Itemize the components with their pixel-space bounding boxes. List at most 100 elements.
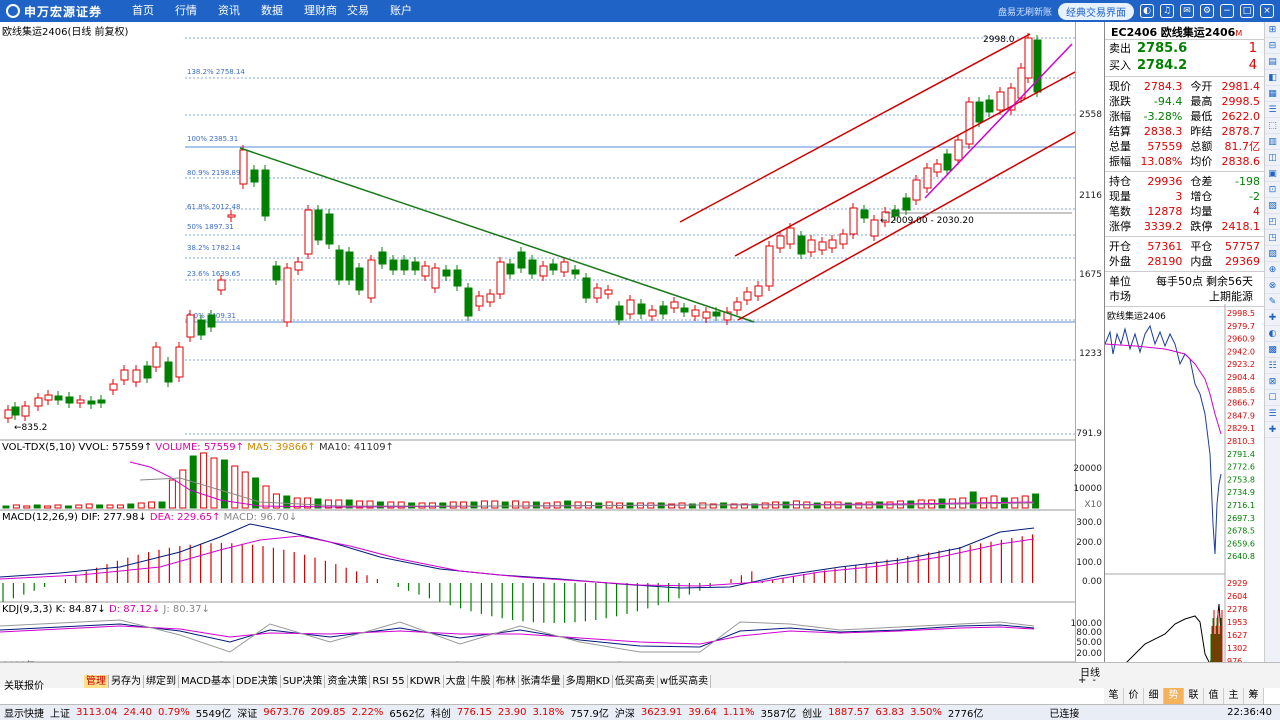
- toolbar-icon[interactable]: ◧: [1265, 70, 1280, 86]
- indicator-tab[interactable]: 管理: [84, 675, 109, 688]
- toolbar-icon[interactable]: ✚: [1265, 310, 1280, 326]
- index-name[interactable]: 上证: [50, 705, 70, 720]
- indicator-tab[interactable]: MACD基本: [179, 675, 234, 688]
- candle: [325, 213, 334, 245]
- volume-bar: [241, 471, 249, 509]
- toolbar-icon[interactable]: ✚: [1265, 422, 1280, 438]
- quote-tab[interactable]: 价: [1124, 688, 1144, 704]
- candle: [776, 235, 785, 249]
- candle: [923, 167, 932, 189]
- toolbar-icon[interactable]: ⊕: [1265, 262, 1280, 278]
- mail-icon[interactable]: ✉: [1180, 4, 1194, 18]
- toolbar-icon[interactable]: ◫: [1265, 150, 1280, 166]
- menu-item[interactable]: 账户: [390, 0, 433, 22]
- indicator-tab[interactable]: 大盘: [444, 675, 469, 688]
- index-name[interactable]: 沪深: [615, 705, 635, 720]
- quote-link-button[interactable]: 关联报价: [4, 677, 44, 692]
- candle: [11, 406, 20, 416]
- toolbar-icon[interactable]: ☐: [1265, 390, 1280, 406]
- toolbar-icon[interactable]: ☷: [1265, 358, 1280, 374]
- quote-tab[interactable]: 值: [1204, 688, 1224, 704]
- quote-tab[interactable]: 势: [1164, 688, 1184, 704]
- toolbar-icon[interactable]: ▦: [1265, 86, 1280, 102]
- menu-item[interactable]: 首页: [132, 0, 175, 22]
- candle: [367, 259, 376, 299]
- mini-tick: 2866.7: [1227, 399, 1255, 408]
- close-icon[interactable]: ×: [1260, 4, 1274, 18]
- ytick: 1675: [1079, 270, 1102, 280]
- menu-item[interactable]: 数据: [261, 0, 304, 22]
- toolbar-icon[interactable]: ▤: [1265, 54, 1280, 70]
- maximize-icon[interactable]: □: [1240, 4, 1254, 18]
- mini-tick: 2960.9: [1227, 335, 1255, 344]
- volume-bar: [491, 500, 499, 509]
- quote-tab[interactable]: 笔: [1104, 688, 1124, 704]
- indicator-tab[interactable]: 资金决策: [325, 675, 371, 688]
- indicator-tab[interactable]: KDWR: [408, 675, 444, 688]
- indicator-tab[interactable]: 牛股: [469, 675, 494, 688]
- toolbar-icon[interactable]: ▣: [1265, 166, 1280, 182]
- toolbar-icon[interactable]: ☰: [1265, 102, 1280, 118]
- classic-trade-button[interactable]: 经典交易界面: [1058, 2, 1134, 20]
- ytick: 20000: [1073, 464, 1102, 474]
- indicator-tab[interactable]: 布林: [494, 675, 519, 688]
- shortcut-toggle[interactable]: 显示快捷: [4, 705, 44, 720]
- ytick: 2558: [1079, 110, 1102, 120]
- menu-item[interactable]: 资讯: [218, 0, 261, 22]
- volume-bar: [75, 504, 83, 509]
- candle: [355, 267, 364, 291]
- index-name[interactable]: 创业: [802, 705, 822, 720]
- indicator-tab[interactable]: SUP决策: [281, 675, 326, 688]
- mini-tick: 2659.6: [1227, 539, 1255, 548]
- toolbar-icon[interactable]: ▩: [1265, 342, 1280, 358]
- toolbar-icon[interactable]: ▧: [1265, 198, 1280, 214]
- candle: [97, 399, 106, 404]
- toolbar-icon[interactable]: ⊡: [1265, 182, 1280, 198]
- toolbar-icon[interactable]: ⬚: [1265, 118, 1280, 134]
- indicator-tab[interactable]: 多周期KD: [564, 675, 613, 688]
- quote-tab[interactable]: 联: [1184, 688, 1204, 704]
- toolbar-icon[interactable]: ⊞: [1265, 22, 1280, 38]
- headset-icon[interactable]: ♫: [1160, 4, 1174, 18]
- kline-chart[interactable]: 138.2% 2758.14 100% 2385.31 80.9% 2198.89 6…: [0, 22, 1104, 662]
- toolbar-icon[interactable]: ▥: [1265, 134, 1280, 150]
- menu-item[interactable]: 理财商城: [304, 0, 347, 39]
- toolbar-icon[interactable]: ◰: [1265, 214, 1280, 230]
- zoom-controls[interactable]: +-: [1078, 675, 1102, 686]
- mini-vol-tick: 1627: [1227, 631, 1247, 640]
- toolbar-icon[interactable]: ⊗: [1265, 278, 1280, 294]
- candle: [902, 197, 911, 211]
- indicator-tab[interactable]: RSI 55: [370, 675, 408, 688]
- toolbar-icon[interactable]: ✎: [1265, 294, 1280, 310]
- toolbar-icon[interactable]: ◐: [1265, 326, 1280, 342]
- indicator-tab[interactable]: 张清华量: [519, 675, 564, 688]
- fib-label: 50% 1897.31: [187, 223, 234, 231]
- toolbar-icon[interactable]: ▨: [1265, 246, 1280, 262]
- toolbar-icon[interactable]: ☰: [1265, 406, 1280, 422]
- menu-item[interactable]: 行情: [175, 0, 218, 22]
- volume-bar: [137, 502, 145, 509]
- toolbar-icon[interactable]: ◳: [1265, 230, 1280, 246]
- quote-row: 结算 2838.3 昨结 2878.7: [1109, 125, 1261, 138]
- quote-row: 现量 3 增仓 -2: [1109, 190, 1261, 203]
- quote-tab[interactable]: 细: [1144, 688, 1164, 704]
- volume-bar: [85, 503, 93, 509]
- volume-bar: [574, 501, 582, 509]
- menu-item[interactable]: 交易: [347, 0, 390, 22]
- quote-tab[interactable]: 筹: [1244, 688, 1264, 704]
- candle: [626, 299, 635, 315]
- minimize-icon[interactable]: −: [1220, 4, 1234, 18]
- index-name[interactable]: 深证: [237, 705, 257, 720]
- quote-tab[interactable]: 主: [1224, 688, 1244, 704]
- indicator-tab[interactable]: 低买高卖: [613, 675, 658, 688]
- toolbar-icon[interactable]: ⊠: [1265, 374, 1280, 390]
- indicator-tab[interactable]: 另存为: [109, 675, 144, 688]
- toolbar-icon[interactable]: ⊟: [1265, 38, 1280, 54]
- indicator-tab[interactable]: w低买高卖: [658, 675, 712, 688]
- volume-bar: [480, 500, 488, 509]
- settings-icon[interactable]: ⚙: [1200, 4, 1214, 18]
- indicator-tab[interactable]: 绑定到: [144, 675, 179, 688]
- indicator-tab[interactable]: DDE决策: [234, 675, 281, 688]
- skin-icon[interactable]: ◐: [1140, 4, 1154, 18]
- index-name[interactable]: 科创: [431, 705, 451, 720]
